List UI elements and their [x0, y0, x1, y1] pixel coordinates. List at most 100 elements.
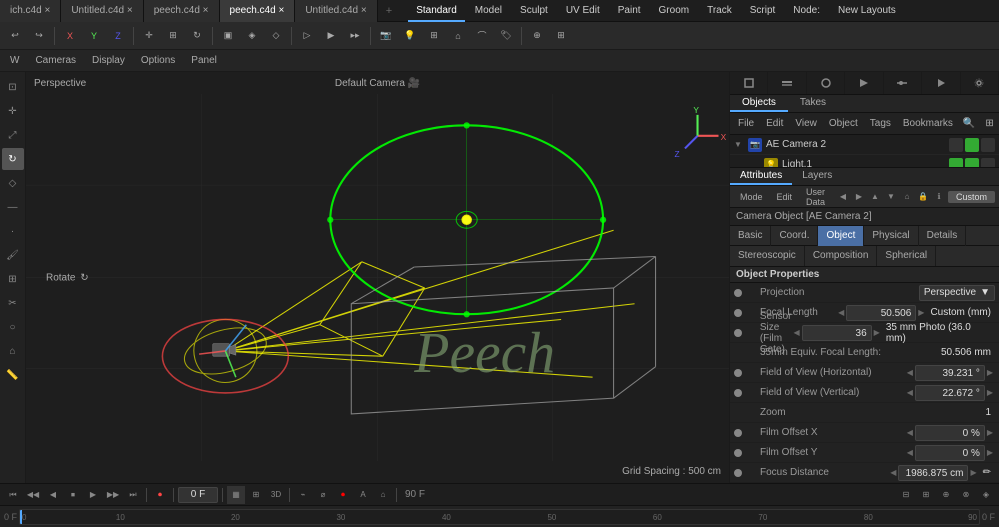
tl-3d[interactable]: 3D [267, 486, 285, 504]
menu-model[interactable]: Model [467, 0, 510, 22]
deformer-icon[interactable]: ⌂ [447, 25, 469, 47]
properties-scroll[interactable]: Projection Perspective ▼ Focal Length ◀ … [730, 283, 999, 483]
select-tool[interactable]: ▣ [217, 25, 239, 47]
scale-lt[interactable]: ⤢ [2, 124, 24, 146]
ri-tab-anim[interactable] [884, 72, 922, 94]
tab-layers[interactable]: Layers [792, 168, 842, 185]
tab-composition[interactable]: Composition [805, 246, 878, 266]
measure-lt[interactable]: 📏 [2, 364, 24, 386]
tl-extra4[interactable]: ⊗ [957, 486, 975, 504]
add-tab-button[interactable]: + [378, 5, 400, 17]
ri-tab-settings[interactable] [961, 72, 999, 94]
render-all[interactable]: ▸▸ [344, 25, 366, 47]
menu-sculpt[interactable]: Sculpt [512, 0, 556, 22]
viewport-menu-w[interactable]: W [4, 50, 25, 72]
rotate-tool[interactable]: ↻ [186, 25, 208, 47]
render-view[interactable]: ▷ [296, 25, 318, 47]
projection-dropdown[interactable]: Perspective ▼ [919, 285, 995, 301]
filmy-inc-arrow[interactable]: ▶ [985, 448, 995, 457]
nav-lock[interactable]: 🔒 [916, 190, 930, 204]
menu-track[interactable]: Track [699, 0, 740, 22]
obj-menu-bookmarks[interactable]: Bookmarks [899, 118, 957, 129]
film-offset-x-value[interactable]: 0 % [915, 425, 985, 441]
obj-menu-edit[interactable]: Edit [762, 118, 787, 129]
mode-btn[interactable]: Mode [734, 191, 769, 203]
tab-objects[interactable]: Objects [730, 95, 788, 112]
focus-dec-arrow[interactable]: ◀ [888, 468, 898, 477]
viewport-menu-cameras[interactable]: Cameras [29, 50, 82, 72]
menu-uvedit[interactable]: UV Edit [558, 0, 608, 22]
object-mode[interactable]: ◈ [241, 25, 263, 47]
focal-inc-arrow[interactable]: ▶ [916, 308, 926, 317]
y-coord[interactable]: Y [83, 25, 105, 47]
tl-next[interactable]: ▶▶ [104, 486, 122, 504]
tl-key3[interactable]: ⏺ [334, 486, 352, 504]
loop-lt[interactable]: ○ [2, 316, 24, 338]
fovv-dec-arrow[interactable]: ◀ [905, 388, 915, 397]
light-icon[interactable]: 💡 [399, 25, 421, 47]
search-icon[interactable]: 🔍 [959, 118, 979, 129]
ri-tab-tag[interactable] [845, 72, 883, 94]
menu-node[interactable]: Node: [785, 0, 828, 22]
viewport[interactable]: Perspective Default Camera 🎥 Rotate ↻ [26, 72, 729, 483]
move-tool[interactable]: ✛ [138, 25, 160, 47]
tab-peech1[interactable]: peech.c4d × [144, 0, 220, 22]
menu-standard[interactable]: Standard [408, 0, 465, 22]
select-lt[interactable]: ⊡ [2, 76, 24, 98]
sensor-dec-arrow[interactable]: ◀ [792, 328, 802, 337]
tl-first[interactable]: ⏮ [4, 486, 22, 504]
userdata-btn[interactable]: User Data [800, 186, 834, 208]
extrude-lt[interactable]: ⊞ [2, 268, 24, 290]
spline-icon[interactable]: ⌒ [471, 25, 493, 47]
tab-basic[interactable]: Basic [730, 226, 771, 246]
tab-peech2[interactable]: peech.c4d × [220, 0, 296, 22]
tab-ich[interactable]: ich.c4d × [0, 0, 61, 22]
undo-button[interactable]: ↩ [4, 25, 26, 47]
poly-mode[interactable]: ◇ [265, 25, 287, 47]
tab-untitled2[interactable]: Untitled.c4d × [295, 0, 377, 22]
tag-icon[interactable]: 🏷 [495, 25, 517, 47]
filter-icon[interactable]: ⊞ [981, 118, 997, 129]
focal-length-value[interactable]: 50.506 [846, 305, 916, 321]
tl-extra2[interactable]: ⊞ [917, 486, 935, 504]
scene-viewport[interactable]: X Y Z [26, 72, 729, 483]
obj-menu-object[interactable]: Object [825, 118, 862, 129]
menu-groom[interactable]: Groom [651, 0, 698, 22]
obj-vis1[interactable] [949, 158, 963, 168]
rotate-lt[interactable]: ↻ [2, 148, 24, 170]
nav-back[interactable]: ◀ [836, 190, 850, 204]
obj-ae-camera[interactable]: ▼ 📷 AE Camera 2 [730, 135, 999, 155]
tl-record-btn[interactable]: ⏺ [151, 486, 169, 504]
obj-active1[interactable] [965, 158, 979, 168]
film-offset-y-value[interactable]: 0 % [915, 445, 985, 461]
redo-button[interactable]: ↪ [28, 25, 50, 47]
tl-extra1[interactable]: ⊟ [897, 486, 915, 504]
tab-details[interactable]: Details [919, 226, 967, 246]
nav-fwd[interactable]: ▶ [852, 190, 866, 204]
tl-mode1[interactable]: ▦ [227, 486, 245, 504]
filmy-dec-arrow[interactable]: ◀ [905, 448, 915, 457]
tl-key1[interactable]: ⌁ [294, 486, 312, 504]
tl-frame-input[interactable] [178, 487, 218, 503]
tl-play[interactable]: ▶ [84, 486, 102, 504]
tab-stereoscopic[interactable]: Stereoscopic [730, 246, 805, 266]
snap-icon[interactable]: ⊕ [526, 25, 548, 47]
obj-menu-file[interactable]: File [734, 118, 758, 129]
nav-down[interactable]: ▼ [884, 190, 898, 204]
fovh-inc-arrow[interactable]: ▶ [985, 368, 995, 377]
x-coord[interactable]: X [59, 25, 81, 47]
obj-active-dot[interactable] [965, 138, 979, 152]
fov-v-value[interactable]: 22.672 ° [915, 385, 985, 401]
nav-home[interactable]: ⌂ [900, 190, 914, 204]
tl-prev[interactable]: ◀◀ [24, 486, 42, 504]
obj-menu-tags[interactable]: Tags [866, 118, 895, 129]
z-coord[interactable]: Z [107, 25, 129, 47]
tl-extra3[interactable]: ⊕ [937, 486, 955, 504]
nav-info[interactable]: ℹ [932, 190, 946, 204]
filmx-inc-arrow[interactable]: ▶ [985, 428, 995, 437]
fovh-dec-arrow[interactable]: ◀ [905, 368, 915, 377]
sensor-inc-arrow[interactable]: ▶ [872, 328, 882, 337]
edit-btn[interactable]: Edit [771, 191, 799, 203]
menu-paint[interactable]: Paint [610, 0, 649, 22]
tab-physical[interactable]: Physical [864, 226, 918, 246]
